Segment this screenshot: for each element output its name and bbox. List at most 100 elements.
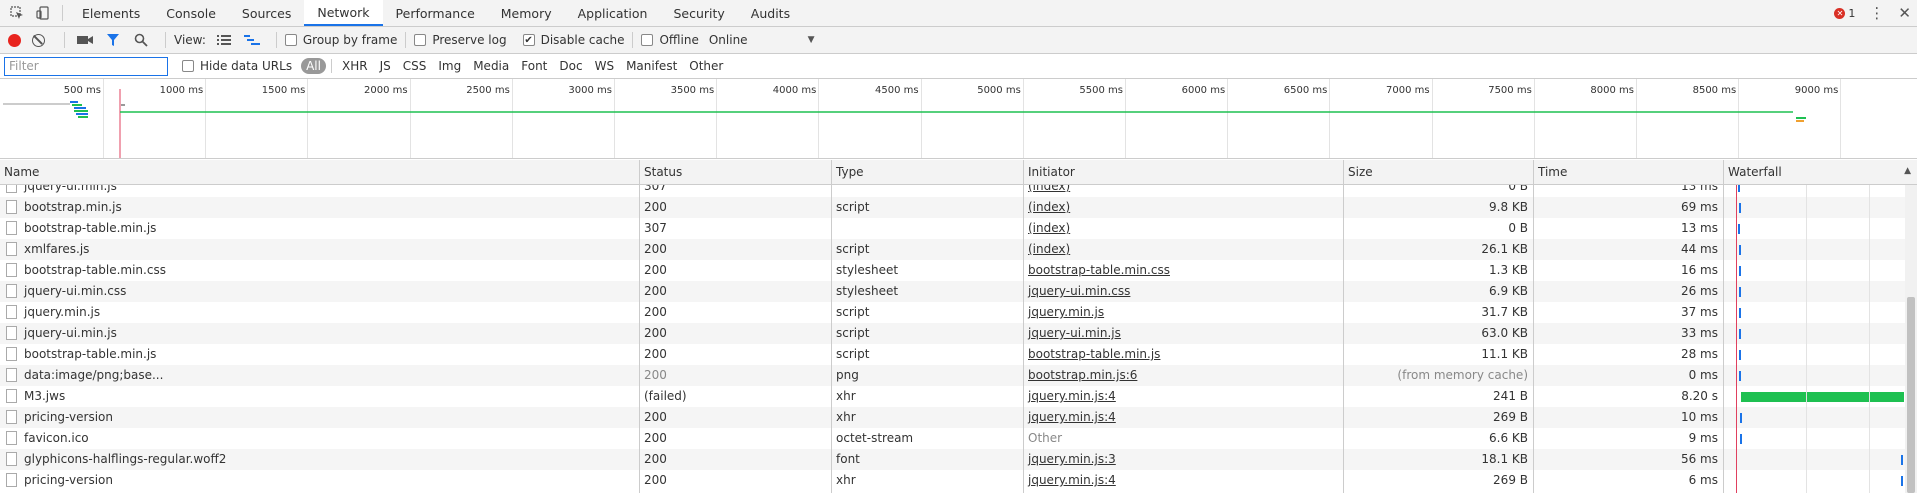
request-row[interactable]: data:image/png;base... 200 png bootstrap.mi…	[0, 365, 1917, 386]
filter-type-other[interactable]: Other	[684, 58, 728, 74]
column-header-time[interactable]: Time	[1534, 160, 1724, 184]
request-status: 200	[644, 347, 667, 361]
offline-option[interactable]: Offline	[641, 33, 699, 47]
table-scrollbar[interactable]	[1905, 185, 1917, 493]
request-row[interactable]: glyphicons-halflings-regular.woff2 200 fon…	[0, 449, 1917, 470]
offline-checkbox[interactable]	[641, 34, 654, 46]
waterfall-bar[interactable]	[1738, 266, 1741, 276]
request-initiator[interactable]: jquery.min.js:4	[1024, 470, 1342, 491]
request-initiator[interactable]: jquery-ui.min.js	[1024, 323, 1342, 344]
capture-screenshots-icon[interactable]	[73, 30, 97, 50]
preserve-log-option[interactable]: Preserve log	[414, 33, 507, 47]
request-row[interactable]: jquery-ui.min.css 200 stylesheet jquery-ui.…	[0, 281, 1917, 302]
request-initiator[interactable]: (index)	[1024, 185, 1342, 197]
request-initiator[interactable]: jquery.min.js:4	[1024, 386, 1342, 407]
waterfall-bar[interactable]	[1738, 329, 1741, 339]
waterfall-bar[interactable]	[1737, 185, 1740, 192]
waterfall-bar[interactable]	[1900, 476, 1903, 486]
tab-elements[interactable]: Elements	[69, 0, 153, 26]
request-initiator[interactable]: jquery.min.js	[1024, 302, 1342, 323]
request-initiator[interactable]: bootstrap-table.min.js	[1024, 344, 1342, 365]
group-by-frame-checkbox[interactable]	[284, 34, 297, 46]
filter-type-manifest[interactable]: Manifest	[621, 58, 682, 74]
waterfall-bar[interactable]	[1738, 245, 1741, 255]
waterfall-bar[interactable]	[1738, 287, 1741, 297]
request-initiator[interactable]: jquery.min.js:3	[1024, 449, 1342, 470]
request-row[interactable]: bootstrap-table.min.css 200 stylesheet boot…	[0, 260, 1917, 281]
request-row[interactable]: pricing-version 200 xhr jquery.min.js:4 269 …	[0, 407, 1917, 428]
waterfall-bar[interactable]	[1738, 350, 1741, 360]
record-button[interactable]	[8, 33, 21, 47]
scrollbar-thumb[interactable]	[1907, 297, 1915, 493]
column-header-name[interactable]: Name	[0, 160, 640, 184]
tab-network[interactable]: Network	[304, 0, 383, 26]
request-initiator[interactable]: (index)	[1024, 218, 1342, 239]
network-overview[interactable]: 500 ms 1000 ms 1500 ms 2000 ms 2500 ms 3000 m…	[0, 79, 1917, 159]
filter-type-ws[interactable]: WS	[590, 58, 619, 74]
waterfall-bar[interactable]	[1741, 392, 1904, 402]
disable-cache-option[interactable]: ✔ Disable cache	[522, 33, 624, 47]
request-row[interactable]: bootstrap-table.min.js 307 (index) 0 B 13 ms	[0, 218, 1917, 239]
hide-data-urls-option[interactable]: Hide data URLs	[182, 59, 292, 73]
column-header-size[interactable]: Size	[1344, 160, 1534, 184]
filter-input[interactable]	[4, 56, 168, 76]
column-header-waterfall[interactable]: Waterfall ▲	[1724, 160, 1917, 184]
tab-console[interactable]: Console	[153, 0, 229, 26]
device-toolbar-icon[interactable]	[30, 0, 56, 26]
preserve-log-checkbox[interactable]	[414, 34, 427, 46]
filter-type-css[interactable]: CSS	[398, 58, 432, 74]
tab-application[interactable]: Application	[565, 0, 661, 26]
waterfall-bar[interactable]	[1740, 434, 1743, 444]
waterfall-bar[interactable]	[1738, 203, 1741, 213]
filter-type-doc[interactable]: Doc	[554, 58, 587, 74]
waterfall-bar[interactable]	[1740, 413, 1743, 423]
more-options-icon[interactable]: ⋮	[1869, 5, 1884, 21]
hide-data-urls-checkbox[interactable]	[182, 60, 194, 72]
waterfall-bar[interactable]	[1739, 371, 1742, 381]
request-initiator[interactable]: jquery-ui.min.css	[1024, 281, 1342, 302]
large-rows-icon[interactable]	[212, 30, 236, 50]
clear-button[interactable]	[32, 33, 45, 47]
filter-type-js[interactable]: JS	[375, 58, 396, 74]
filter-type-img[interactable]: Img	[433, 58, 466, 74]
column-header-status[interactable]: Status	[640, 160, 832, 184]
request-initiator[interactable]: jquery.min.js:4	[1024, 407, 1342, 428]
filter-type-xhr[interactable]: XHR	[337, 58, 373, 74]
request-row[interactable]: M3.jws (failed) xhr jquery.min.js:4 241 B 8.2…	[0, 386, 1917, 407]
group-by-frame-option[interactable]: Group by frame	[284, 33, 397, 47]
tab-audits[interactable]: Audits	[738, 0, 803, 26]
waterfall-bar[interactable]	[1737, 224, 1740, 234]
filter-icon[interactable]	[101, 30, 125, 50]
filter-type-media[interactable]: Media	[468, 58, 514, 74]
error-count-badge[interactable]: ✕ 1	[1834, 7, 1855, 20]
search-icon[interactable]	[129, 30, 153, 50]
request-row[interactable]: favicon.ico 200 octet-stream Other 6.6 KB 9 m…	[0, 428, 1917, 449]
request-initiator[interactable]: bootstrap.min.js:6	[1024, 365, 1342, 386]
request-row[interactable]: jquery-ui.min.js 200 script jquery-ui.min.j…	[0, 323, 1917, 344]
throttling-select[interactable]: Online ▼	[709, 33, 815, 47]
request-row[interactable]: bootstrap.min.js 200 script (index) 9.8 KB 69…	[0, 197, 1917, 218]
tab-performance[interactable]: Performance	[383, 0, 488, 26]
tab-security[interactable]: Security	[660, 0, 737, 26]
waterfall-bar[interactable]	[1738, 308, 1741, 318]
column-header-type[interactable]: Type	[832, 160, 1024, 184]
filter-type-font[interactable]: Font	[516, 58, 552, 74]
disable-cache-checkbox[interactable]: ✔	[522, 34, 535, 46]
file-icon	[6, 263, 17, 277]
filter-type-all[interactable]: All	[301, 58, 326, 74]
request-row[interactable]: xmlfares.js 200 script (index) 26.1 KB 44 ms	[0, 239, 1917, 260]
close-devtools-icon[interactable]: ✕	[1898, 4, 1911, 22]
inspect-element-icon[interactable]	[4, 0, 30, 26]
request-row[interactable]: bootstrap-table.min.js 200 script bootstrap…	[0, 344, 1917, 365]
request-initiator[interactable]: (index)	[1024, 239, 1342, 260]
request-row[interactable]: pricing-version 200 xhr jquery.min.js:4 269 …	[0, 470, 1917, 491]
request-initiator[interactable]: bootstrap-table.min.css	[1024, 260, 1342, 281]
show-overview-icon[interactable]	[240, 30, 264, 50]
column-header-initiator[interactable]: Initiator	[1024, 160, 1344, 184]
request-row[interactable]: jquery-ui.min.js 307 (index) 0 B 13 ms	[0, 185, 1917, 197]
request-initiator[interactable]: (index)	[1024, 197, 1342, 218]
waterfall-bar[interactable]	[1900, 455, 1903, 465]
request-row[interactable]: jquery.min.js 200 script jquery.min.js 31.7 …	[0, 302, 1917, 323]
tab-sources[interactable]: Sources	[229, 0, 304, 26]
tab-memory[interactable]: Memory	[488, 0, 565, 26]
